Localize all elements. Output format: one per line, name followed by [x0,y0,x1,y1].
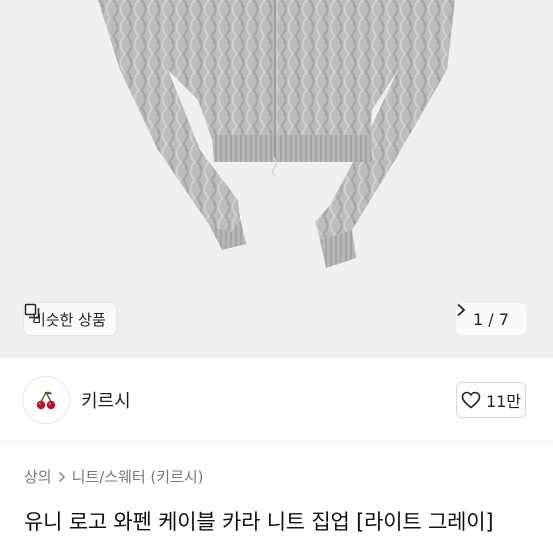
breadcrumb: 상의 니트/스웨터 (키르시) [24,466,204,487]
avatar[interactable] [23,377,69,423]
chevron-right-icon [58,471,65,482]
shop-name[interactable]: 키르시 [81,387,131,413]
similar-products-button[interactable]: 비슷한 상품 [24,303,116,335]
chevron-right-icon [457,303,466,317]
like-count: 11만 [485,392,522,411]
breadcrumb-subcategory[interactable]: 니트/스웨터 (키르시) [72,466,204,487]
product-image-area[interactable]: 비슷한 상품 1 / 7 [0,0,553,358]
similar-products-label: 비슷한 상품 [32,310,106,329]
product-title: 유니 로고 와펜 케이블 카라 니트 집업 [라이트 그레이] [24,510,494,534]
cherry-icon [36,391,56,410]
copy-icon [24,303,40,319]
shop-row[interactable]: 키르시 11만 [0,358,553,442]
heart-icon [461,391,481,409]
pager-text: 1 / 7 [473,309,509,329]
breadcrumb-category[interactable]: 상의 [24,466,52,487]
image-pager[interactable]: 1 / 7 [456,303,526,335]
like-button[interactable]: 11만 [456,382,526,418]
